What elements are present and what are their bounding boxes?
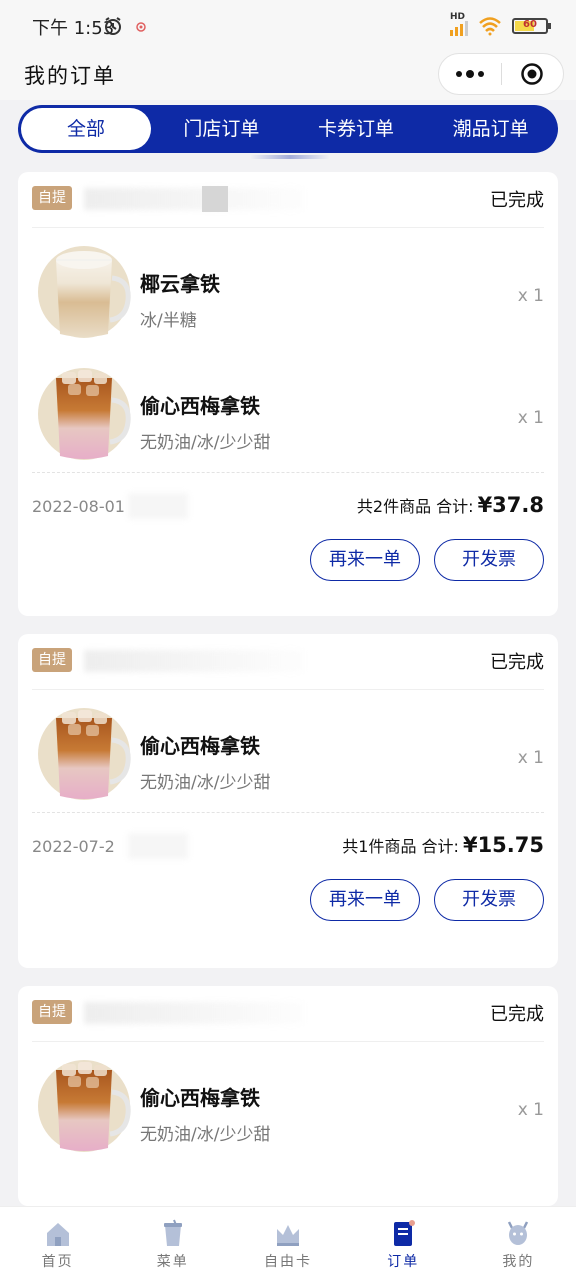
bottom-nav: 首页 菜单 自由卡 订单 我的 [0, 1206, 576, 1280]
tab-merch-orders[interactable]: 潮品订单 [423, 105, 558, 153]
product-name: 偷心西梅拿铁 [140, 734, 260, 758]
tab-all[interactable]: 全部 [21, 108, 151, 150]
home-icon [46, 1223, 69, 1246]
order-total: 共2件商品 合计: ¥37.8 [357, 493, 544, 517]
nav-home[interactable]: 首页 [0, 1207, 115, 1280]
product-spec: 无奶油/冰/少少甜 [140, 773, 271, 793]
nav-label: 订单 [387, 1254, 420, 1270]
signal-icon: HD [450, 12, 468, 36]
product-spec: 无奶油/冰/少少甜 [140, 433, 271, 453]
status-time: 下午 1:53 [32, 18, 115, 39]
order-card[interactable]: 自提 已完成 偷心西梅拿铁 无奶油/冰/少少甜 x 1 [18, 986, 558, 1206]
order-status: 已完成 [490, 652, 544, 673]
order-date: 2022-07-2 [32, 837, 115, 856]
redaction-block [202, 186, 228, 212]
invoice-button[interactable]: 开发票 [434, 879, 544, 921]
deer-icon [508, 1221, 529, 1245]
target-icon [521, 63, 543, 85]
nav-label: 我的 [502, 1254, 535, 1270]
product-quantity: x 1 [517, 408, 544, 428]
battery-level: 60 [523, 19, 537, 30]
order-status: 已完成 [490, 190, 544, 211]
tab-voucher-orders[interactable]: 卡券订单 [289, 105, 424, 153]
header: 我的订单 [0, 52, 576, 100]
invoice-button[interactable]: 开发票 [434, 539, 544, 581]
order-header: 自提 已完成 [32, 634, 544, 690]
product-name: 偷心西梅拿铁 [140, 1086, 260, 1110]
order-icon [394, 1220, 416, 1246]
nav-orders[interactable]: 订单 [346, 1207, 461, 1280]
product-row: 偷心西梅拿铁 无奶油/冰/少少甜 x 1 [32, 690, 544, 812]
order-footer: 2022-07-2 共1件商品 合计: ¥15.75 再来一单 开发票 [32, 812, 544, 934]
nav-label: 自由卡 [264, 1254, 312, 1270]
crown-icon [277, 1225, 299, 1246]
notification-icon [136, 22, 146, 32]
tab-indicator [250, 155, 330, 159]
more-dot-icon [477, 71, 484, 77]
order-summary-label: 共2件商品 合计: [356, 497, 474, 516]
product-quantity: x 1 [517, 748, 544, 768]
pickup-badge: 自提 [32, 1000, 72, 1024]
more-dot-icon [465, 70, 474, 78]
tab-store-orders[interactable]: 门店订单 [154, 105, 289, 153]
nav-menu[interactable]: 菜单 [115, 1207, 230, 1280]
product-name: 椰云拿铁 [140, 272, 220, 296]
order-footer: 2022-08-01 共2件商品 合计: ¥37.8 再来一单 开发票 [32, 472, 544, 594]
battery-icon: 60 [512, 18, 551, 34]
pickup-badge: 自提 [32, 186, 72, 210]
wifi-icon [479, 17, 501, 36]
product-quantity: x 1 [517, 1100, 544, 1120]
date-redacted [128, 833, 188, 859]
plum-latte-image [38, 708, 131, 800]
date-redacted [128, 493, 188, 519]
nav-free-card[interactable]: 自由卡 [230, 1207, 345, 1280]
order-tabs: 全部 门店订单 卡券订单 潮品订单 [18, 105, 558, 153]
order-date: 2022-08-01 [32, 497, 125, 516]
more-button[interactable] [439, 70, 501, 78]
order-card[interactable]: 自提 已完成 椰云拿铁 冰/半糖 x 1 偷心西梅拿铁 无奶油/冰/少少甜 x … [18, 172, 558, 616]
product-quantity: x 1 [517, 286, 544, 306]
nav-label: 菜单 [156, 1254, 189, 1270]
plum-latte-image [38, 368, 131, 460]
product-spec: 冰/半糖 [140, 311, 197, 331]
order-summary-label: 共1件商品 合计: [342, 837, 459, 856]
page-title: 我的订单 [24, 64, 116, 88]
order-status: 已完成 [490, 1004, 544, 1025]
order-header: 自提 已完成 [32, 172, 544, 228]
reorder-button[interactable]: 再来一单 [310, 879, 420, 921]
store-name-redacted [84, 650, 304, 672]
alarm-icon [105, 17, 121, 35]
cup-icon [163, 1219, 182, 1246]
product-row: 偷心西梅拿铁 无奶油/冰/少少甜 x 1 [32, 350, 544, 472]
order-header: 自提 已完成 [32, 986, 544, 1042]
more-dot-icon [455, 71, 462, 77]
order-price: ¥37.8 [477, 493, 544, 517]
status-bar: 下午 1:53 HD 60 [0, 0, 576, 52]
product-row: 椰云拿铁 冰/半糖 x 1 [32, 228, 544, 350]
order-total: 共1件商品 合计: ¥15.75 [342, 833, 544, 857]
network-label: HD [450, 12, 466, 22]
coconut-latte-image [38, 246, 131, 338]
plum-latte-image [38, 1060, 131, 1152]
reorder-button[interactable]: 再来一单 [310, 539, 420, 581]
order-card[interactable]: 自提 已完成 偷心西梅拿铁 无奶油/冰/少少甜 x 1 2022-07-2 共1… [18, 634, 558, 968]
close-button[interactable] [501, 62, 563, 86]
order-price: ¥15.75 [462, 833, 544, 857]
tab-band: 全部 门店订单 卡券订单 潮品订单 [0, 100, 576, 172]
nav-label: 首页 [41, 1254, 74, 1270]
mini-program-capsule [438, 53, 564, 95]
status-indicators: HD 60 [450, 12, 551, 38]
pickup-badge: 自提 [32, 648, 72, 672]
store-name-redacted [84, 1002, 304, 1024]
product-spec: 无奶油/冰/少少甜 [140, 1125, 271, 1145]
nav-profile[interactable]: 我的 [461, 1207, 576, 1280]
store-name-redacted [84, 188, 304, 210]
product-name: 偷心西梅拿铁 [140, 394, 260, 418]
product-row: 偷心西梅拿铁 无奶油/冰/少少甜 x 1 [32, 1042, 544, 1164]
